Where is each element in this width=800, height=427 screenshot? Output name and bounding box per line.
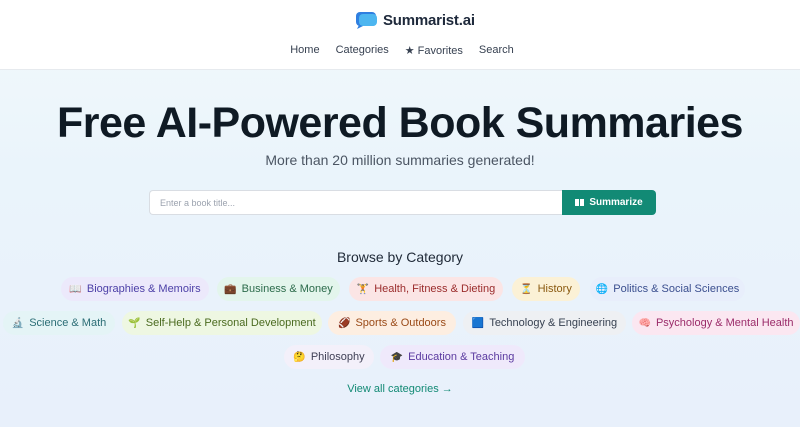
category-chip[interactable]: 🎓 Education & Teaching (380, 345, 525, 369)
category-chip-label: Technology & Engineering (489, 317, 618, 329)
search-form: Summarize (149, 190, 656, 215)
category-chip[interactable]: 🤔 Philosophy (284, 345, 374, 369)
hero-subtitle: More than 20 million summaries generated… (265, 152, 535, 168)
book-icon (575, 199, 585, 206)
hero-title: Free AI-Powered Book Summaries (57, 99, 743, 147)
category-chip[interactable]: 🌐 Politics & Social Sciences (590, 277, 745, 301)
category-chip[interactable]: ⏳ History (512, 277, 580, 301)
category-chip-label: Science & Math (29, 317, 107, 329)
thinking-face-icon: 🤔 (293, 351, 306, 363)
category-chip[interactable]: 🌱 Self-Help & Personal Development (122, 311, 322, 335)
open-book-icon: 📖 (69, 283, 82, 295)
book-title-input[interactable] (149, 190, 562, 215)
browse-title: Browse by Category (336, 249, 464, 265)
hourglass-icon: ⏳ (520, 283, 533, 295)
globe-icon: 🌐 (595, 283, 609, 295)
graduation-cap-icon: 🎓 (390, 351, 404, 363)
nav-favorites[interactable]: ★ Favorites (405, 44, 463, 57)
view-all-categories-link[interactable]: View all categories → (0, 383, 800, 395)
category-chip[interactable]: 💼 Business & Money (217, 277, 340, 301)
category-chip-label: Health, Fitness & Dieting (374, 283, 496, 295)
category-chip-label: Politics & Social Sciences (613, 283, 740, 295)
microscope-icon: 🔬 (11, 317, 25, 329)
logo-text: Summarist.ai (383, 11, 475, 29)
tablet-icon: 🟦 (471, 317, 485, 329)
weightlifter-icon: 🏋 (356, 283, 370, 295)
category-chip-label: Philosophy (310, 351, 365, 363)
category-chip[interactable]: 🟦 Technology & Engineering (463, 311, 626, 335)
nav-categories[interactable]: Categories (336, 44, 389, 57)
category-chip-label: Sports & Outdoors (355, 317, 446, 329)
nav-home[interactable]: Home (290, 44, 319, 57)
football-icon: 🏈 (338, 317, 351, 329)
brain-icon: 🧠 (638, 317, 651, 329)
summarize-button[interactable]: Summarize (562, 190, 656, 215)
category-chip[interactable]: 📖 Biographies & Memoirs (61, 277, 209, 301)
nav-search[interactable]: Search (479, 44, 514, 57)
briefcase-icon: 💼 (224, 283, 237, 295)
category-chip-label: Education & Teaching (408, 351, 515, 363)
category-chip-label: Biographies & Memoirs (86, 283, 201, 295)
site-header: Summarist.ai Home Categories ★ Favorites… (0, 0, 800, 70)
category-chip[interactable]: 🧠 Psychology & Mental Health (632, 311, 800, 335)
summarize-label: Summarize (589, 197, 643, 208)
logo[interactable]: Summarist.ai (355, 9, 475, 31)
category-chip[interactable]: 🏋 Health, Fitness & Dieting (349, 277, 503, 301)
seedling-icon: 🌱 (128, 317, 141, 329)
category-chip-label: History (537, 283, 572, 295)
category-chip[interactable]: 🔬 Science & Math (3, 311, 115, 335)
main-nav: Home Categories ★ Favorites Search (0, 44, 800, 57)
logo-mark-icon (355, 10, 379, 30)
category-chip-label: Business & Money (241, 283, 333, 295)
category-chip-label: Self-Help & Personal Development (145, 317, 316, 329)
category-chip-label: Psychology & Mental Health (655, 317, 794, 329)
category-chip[interactable]: 🏈 Sports & Outdoors (328, 311, 456, 335)
